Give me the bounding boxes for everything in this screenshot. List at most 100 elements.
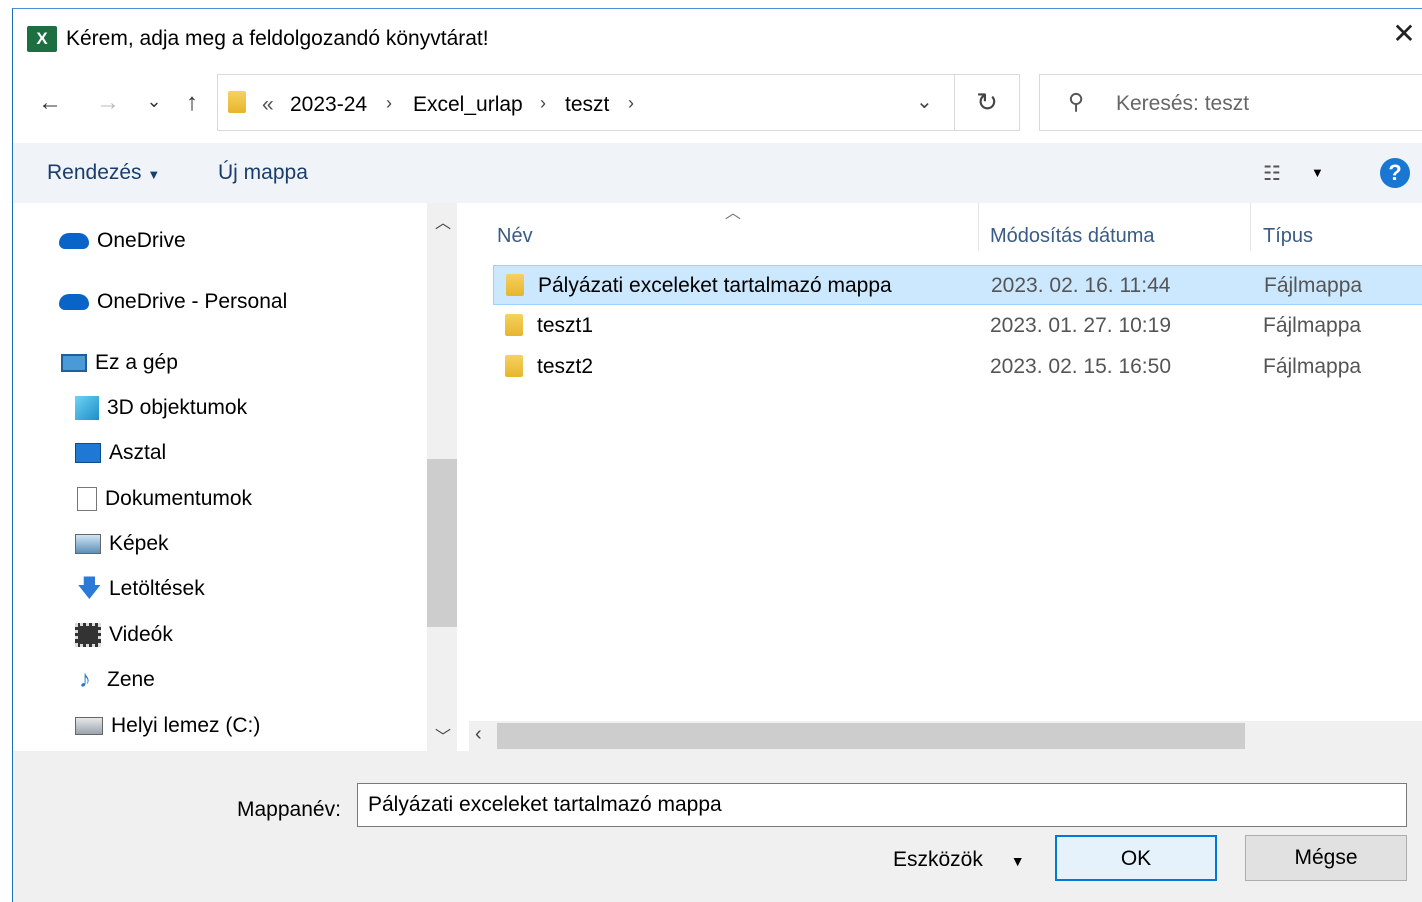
nav-item-label: Zene	[107, 668, 155, 691]
dropdown-arrow-icon: ▼	[1010, 853, 1025, 869]
folder-picker-dialog: X Kérem, adja meg a feldolgozandó könyvt…	[12, 8, 1422, 902]
computer-icon	[61, 354, 87, 372]
tools-menu-button[interactable]: Eszközök ▼	[893, 848, 1025, 872]
nav-item-label: Helyi lemez (C:)	[111, 714, 261, 737]
nav-item-label: 3D objektumok	[107, 396, 248, 419]
folder-icon	[506, 274, 524, 296]
close-button[interactable]: ✕	[1389, 19, 1419, 49]
file-type: Fájlmappa	[1264, 274, 1363, 297]
nav-item-label: OneDrive	[97, 229, 186, 252]
up-arrow-icon[interactable]: ↑	[177, 89, 207, 117]
column-header-type[interactable]: Típus	[1263, 225, 1313, 248]
cancel-button[interactable]: Mégse	[1245, 835, 1407, 881]
nav-item-onedrive-personal[interactable]: OneDrive - Personal	[59, 290, 287, 314]
breadcrumb-excel-urlap[interactable]: Excel_urlap	[413, 93, 523, 117]
view-dropdown-arrow-icon[interactable]: ▼	[1311, 165, 1324, 180]
file-name: teszt2	[537, 355, 594, 378]
folder-name-label: Mappanév:	[237, 798, 341, 821]
excel-app-icon: X	[27, 26, 57, 52]
nav-item-onedrive[interactable]: OneDrive	[59, 229, 186, 253]
folder-name-field[interactable]	[357, 783, 1407, 827]
nav-item-label: Videók	[109, 623, 173, 646]
column-separator[interactable]	[1250, 203, 1251, 251]
breadcrumb-teszt[interactable]: teszt	[565, 93, 609, 117]
cloud-icon	[59, 294, 89, 310]
table-row-selected[interactable]: Pályázati exceleket tartalmazó mappa 202…	[493, 265, 1422, 305]
folder-icon	[505, 355, 523, 377]
organize-label: Rendezés	[47, 161, 142, 184]
refresh-button[interactable]: ↻	[955, 74, 1020, 131]
nav-item-label: Asztal	[109, 441, 167, 464]
search-input[interactable]: ⚲ Keresés: teszt	[1039, 74, 1422, 131]
file-name: Pályázati exceleket tartalmazó mappa	[538, 274, 892, 297]
nav-item-desktop[interactable]: Asztal	[75, 441, 166, 465]
chevron-right-icon[interactable]: ›	[540, 93, 546, 114]
nav-item-label: Dokumentumok	[105, 487, 253, 510]
file-modified: 2023. 02. 16. 11:44	[991, 274, 1171, 297]
search-placeholder: Keresés: teszt	[1116, 92, 1250, 115]
nav-item-3d-objects[interactable]: 3D objektumok	[75, 396, 247, 420]
file-scroll-thumb[interactable]	[497, 723, 1245, 749]
sort-ascending-icon: ︿	[725, 205, 742, 222]
nav-item-music[interactable]: ♪ Zene	[79, 668, 155, 692]
dialog-title: Kérem, adja meg a feldolgozandó könyvtár…	[66, 27, 489, 50]
file-name: teszt1	[537, 314, 594, 337]
file-modified: 2023. 01. 27. 10:19	[990, 314, 1171, 337]
breadcrumb-2023-24[interactable]: 2023-24	[290, 93, 367, 117]
scroll-up-icon[interactable]: ︿	[435, 209, 451, 233]
file-modified: 2023. 02. 15. 16:50	[990, 355, 1171, 378]
navigation-pane: OneDrive OneDrive - Personal Ez a gép 3D…	[13, 203, 457, 751]
recent-locations-chevron-icon[interactable]: ⌄	[139, 91, 169, 112]
nav-item-videos[interactable]: Videók	[75, 623, 173, 647]
refresh-icon: ↻	[976, 87, 998, 117]
column-header-modified[interactable]: Módosítás dátuma	[990, 225, 1155, 248]
search-icon: ⚲	[1068, 89, 1085, 114]
view-options-icon[interactable]: ☷	[1263, 161, 1281, 186]
nav-item-label: Letöltések	[109, 577, 205, 600]
organize-menu-button[interactable]: Rendezés ▼	[47, 161, 160, 185]
folder-icon	[228, 91, 246, 113]
nav-item-local-disk[interactable]: Helyi lemez (C:)	[75, 714, 260, 738]
cube-icon	[75, 396, 99, 420]
title-bar: X Kérem, adja meg a feldolgozandó könyvt…	[13, 9, 1422, 71]
document-icon	[77, 487, 97, 511]
table-row[interactable]: teszt2 2023. 02. 15. 16:50 Fájlmappa	[493, 347, 1422, 387]
breadcrumb-overflow[interactable]: «	[262, 93, 274, 117]
tools-label: Eszközök	[893, 848, 983, 871]
nav-item-this-pc[interactable]: Ez a gép	[61, 351, 178, 375]
nav-item-pictures[interactable]: Képek	[75, 532, 169, 556]
nav-item-downloads[interactable]: 🡇 Letöltések	[77, 577, 205, 601]
address-history-chevron-down-icon[interactable]: ⌄	[916, 89, 933, 114]
dropdown-arrow-icon: ▼	[147, 167, 161, 182]
file-type: Fájlmappa	[1263, 314, 1362, 337]
forward-arrow-icon[interactable]: →	[93, 89, 123, 117]
nav-item-documents[interactable]: Dokumentumok	[77, 487, 252, 511]
address-bar[interactable]: « 2023-24 › Excel_urlap › teszt › ⌄	[217, 74, 955, 131]
chevron-right-icon[interactable]: ›	[386, 93, 392, 114]
desktop-icon	[75, 443, 101, 463]
dialog-footer: Mappanév: Eszközök ▼ OK Mégse	[13, 751, 1422, 902]
chevron-right-icon[interactable]: ›	[628, 93, 634, 114]
back-arrow-icon[interactable]: ←	[35, 89, 65, 117]
nav-scroll-thumb[interactable]	[427, 459, 457, 627]
scroll-down-icon[interactable]: ﹀	[435, 723, 451, 747]
new-folder-button[interactable]: Új mappa	[218, 161, 308, 185]
video-icon	[75, 623, 101, 647]
folder-icon	[505, 314, 523, 336]
command-toolbar: Rendezés ▼ Új mappa ☷ ▼ ?	[13, 143, 1422, 203]
column-separator[interactable]	[978, 203, 979, 251]
file-type: Fájlmappa	[1263, 355, 1362, 378]
scroll-left-icon[interactable]: ‹	[475, 723, 482, 746]
download-icon: 🡇	[77, 575, 102, 602]
nav-item-label: OneDrive - Personal	[97, 290, 288, 313]
column-header-name[interactable]: Név	[497, 225, 533, 248]
nav-item-label: Képek	[109, 532, 169, 555]
table-row[interactable]: teszt1 2023. 01. 27. 10:19 Fájlmappa	[493, 306, 1422, 346]
picture-icon	[75, 534, 101, 554]
help-button[interactable]: ?	[1380, 158, 1410, 188]
music-icon: ♪	[79, 666, 91, 693]
cloud-icon	[59, 233, 89, 249]
nav-item-label: Ez a gép	[95, 351, 178, 374]
drive-icon	[75, 717, 103, 735]
ok-button[interactable]: OK	[1055, 835, 1217, 881]
